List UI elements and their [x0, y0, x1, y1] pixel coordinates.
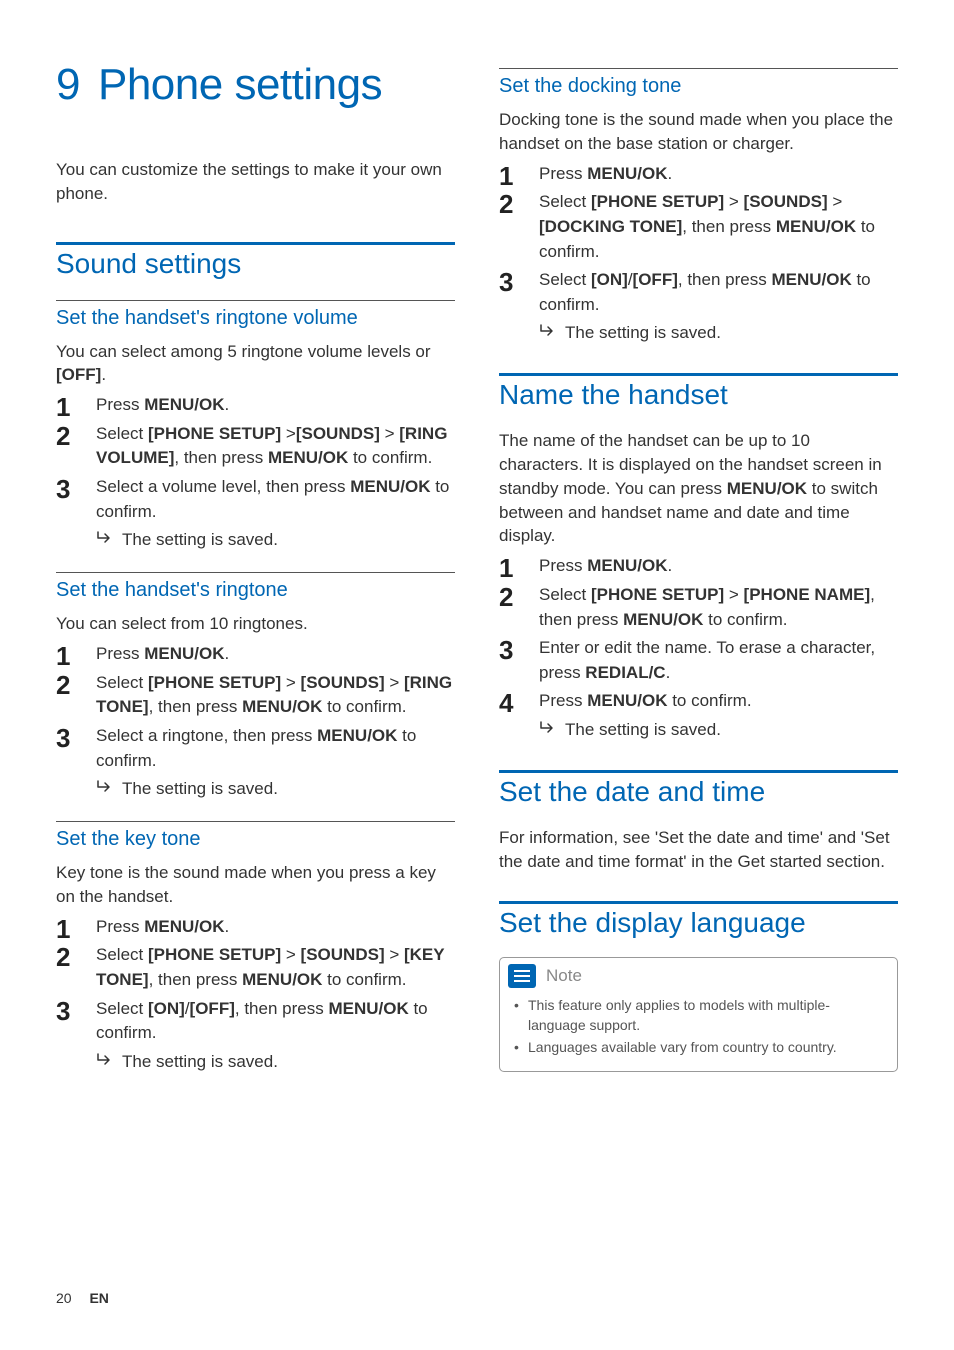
result-line: The setting is saved.: [96, 777, 455, 801]
section2-intro: The name of the handset can be up to 10 …: [499, 429, 898, 548]
subsection-docking-tone: Set the docking tone: [499, 68, 898, 98]
note-item: Languages available vary from country to…: [514, 1038, 883, 1058]
sub3-intro: Key tone is the sound made when you pres…: [56, 861, 455, 909]
left-column: 9 Phone settings You can customize the se…: [56, 60, 455, 1078]
section2-steps: Press MENU/OK. Select [PHONE SETUP] > [P…: [499, 554, 898, 742]
result-line: The setting is saved.: [539, 718, 898, 742]
list-item: Press MENU/OK.: [499, 162, 898, 187]
subsection-key-tone: Set the key tone: [56, 821, 455, 851]
sub1-intro: You can select among 5 ringtone volume l…: [56, 340, 455, 388]
list-item: Press MENU/OK.: [56, 642, 455, 667]
right-column: Set the docking tone Docking tone is the…: [499, 60, 898, 1078]
sub4-steps: Press MENU/OK. Select [PHONE SETUP] > [S…: [499, 162, 898, 346]
list-item: Select [PHONE SETUP] > [SOUNDS] > [KEY T…: [56, 943, 455, 992]
subsection-ringtone-volume: Set the handset's ringtone volume: [56, 300, 455, 330]
sub3-steps: Press MENU/OK. Select [PHONE SETUP] > [S…: [56, 915, 455, 1074]
page-footer: 20 EN: [56, 1290, 109, 1306]
list-item: Select [ON]/[OFF], then press MENU/OK to…: [56, 997, 455, 1074]
list-item: Select a volume level, then press MENU/O…: [56, 475, 455, 552]
sub4-intro: Docking tone is the sound made when you …: [499, 108, 898, 156]
sub1-steps: Press MENU/OK. Select [PHONE SETUP] >[SO…: [56, 393, 455, 552]
result-arrow-icon: [539, 721, 557, 735]
section-sound-settings: Sound settings: [56, 242, 455, 280]
note-icon: [508, 964, 536, 988]
result-line: The setting is saved.: [96, 1050, 455, 1074]
result-line: The setting is saved.: [539, 321, 898, 345]
list-item: Select a ringtone, then press MENU/OK to…: [56, 724, 455, 801]
list-item: Press MENU/OK.: [56, 915, 455, 940]
chapter-intro: You can customize the settings to make i…: [56, 158, 455, 206]
footer-language: EN: [89, 1290, 108, 1306]
page-number: 20: [56, 1290, 72, 1306]
note-label: Note: [546, 966, 582, 986]
note-header: Note: [500, 958, 897, 990]
list-item: Press MENU/OK to confirm. The setting is…: [499, 689, 898, 741]
list-item: Enter or edit the name. To erase a chara…: [499, 636, 898, 685]
result-line: The setting is saved.: [96, 528, 455, 552]
note-body: This feature only applies to models with…: [500, 990, 897, 1071]
section-date-time: Set the date and time: [499, 770, 898, 808]
result-arrow-icon: [96, 1053, 114, 1067]
list-item: Select [PHONE SETUP] >[SOUNDS] > [RING V…: [56, 422, 455, 471]
list-item: Select [ON]/[OFF], then press MENU/OK to…: [499, 268, 898, 345]
note-box: Note This feature only applies to models…: [499, 957, 898, 1072]
list-item: Press MENU/OK.: [56, 393, 455, 418]
subsection-ringtone: Set the handset's ringtone: [56, 572, 455, 602]
result-arrow-icon: [96, 531, 114, 545]
chapter-number: 9: [56, 60, 80, 110]
chapter-name: Phone settings: [98, 60, 382, 109]
note-item: This feature only applies to models with…: [514, 996, 883, 1035]
chapter-title: 9 Phone settings: [56, 60, 455, 110]
result-arrow-icon: [539, 324, 557, 338]
list-item: Press MENU/OK.: [499, 554, 898, 579]
sub2-intro: You can select from 10 ringtones.: [56, 612, 455, 636]
sub2-steps: Press MENU/OK. Select [PHONE SETUP] > [S…: [56, 642, 455, 801]
list-item: Select [PHONE SETUP] > [SOUNDS] > [RING …: [56, 671, 455, 720]
list-item: Select [PHONE SETUP] > [SOUNDS] > [DOCKI…: [499, 190, 898, 264]
section-name-handset: Name the handset: [499, 373, 898, 411]
section-display-language: Set the display language: [499, 901, 898, 939]
section3-intro: For information, see 'Set the date and t…: [499, 826, 898, 874]
list-item: Select [PHONE SETUP] > [PHONE NAME], the…: [499, 583, 898, 632]
result-arrow-icon: [96, 780, 114, 794]
